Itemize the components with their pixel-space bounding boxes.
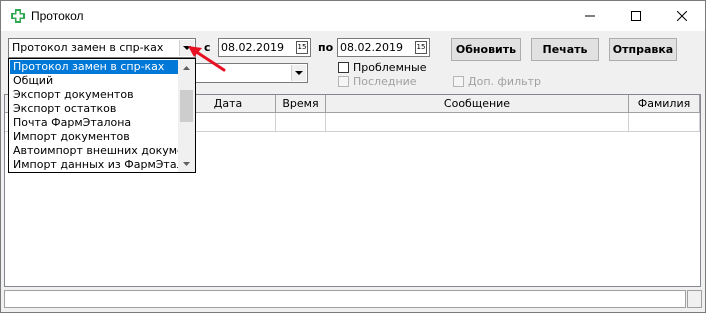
from-date-field[interactable]: 08.02.2019 15	[218, 38, 311, 57]
column-header-message[interactable]: Сообщение	[326, 95, 629, 113]
title-bar: Протокол	[1, 1, 705, 31]
to-date-value: 08.02.2019	[340, 41, 403, 54]
column-header-surname[interactable]: Фамилия	[629, 95, 700, 113]
scroll-down-icon[interactable]	[178, 155, 195, 172]
dropdown-item[interactable]: Почта ФармЭталона	[10, 116, 178, 130]
last-checkbox[interactable]: Последние	[338, 75, 417, 88]
dropdown-item[interactable]: Общий	[10, 74, 178, 88]
close-button[interactable]	[659, 1, 705, 31]
dropdown-scrollbar[interactable]	[178, 59, 195, 172]
maximize-button[interactable]	[613, 1, 659, 31]
checkbox-box[interactable]	[338, 76, 349, 87]
checkbox-box[interactable]	[453, 76, 464, 87]
problematic-label: Проблемные	[353, 61, 427, 74]
last-label: Последние	[353, 75, 417, 88]
to-date-field[interactable]: 08.02.2019 15	[337, 38, 430, 57]
minimize-icon	[585, 15, 595, 17]
red-arrow-annotation-icon	[188, 46, 226, 72]
send-button[interactable]: Отправка	[609, 38, 677, 61]
extra-filter-label: Доп. фильтр	[468, 75, 541, 88]
protocol-window: Протокол Протокол замен в спр-ках с 08.0…	[0, 0, 706, 313]
checkbox-box[interactable]	[338, 62, 349, 73]
from-date-value: 08.02.2019	[221, 41, 284, 54]
status-bar	[4, 290, 686, 308]
dropdown-item[interactable]: Импорт документов	[10, 130, 178, 144]
table-cell[interactable]	[629, 113, 700, 132]
to-date-label: по	[318, 41, 334, 54]
close-icon	[677, 11, 687, 21]
problematic-checkbox[interactable]: Проблемные	[338, 61, 427, 74]
dropdown-item[interactable]: Экспорт остатков	[10, 102, 178, 116]
window-title: Протокол	[31, 9, 84, 23]
dropdown-item-selected[interactable]: Протокол замен в спр-ках	[10, 60, 178, 74]
dropdown-item[interactable]: Автоимпорт внешних документов	[10, 144, 178, 158]
chevron-down-icon[interactable]	[291, 65, 306, 81]
minimize-button[interactable]	[567, 1, 613, 31]
calendar-icon[interactable]: 15	[296, 41, 308, 54]
table-cell[interactable]	[276, 113, 326, 132]
table-cell[interactable]	[326, 113, 629, 132]
status-bar-end	[687, 290, 702, 308]
log-type-value: Протокол замен в спр-ках	[12, 41, 164, 54]
maximize-icon	[631, 11, 641, 21]
log-type-combo[interactable]: Протокол замен в спр-ках	[8, 38, 196, 58]
green-cross-icon	[10, 8, 26, 24]
dropdown-item[interactable]: Импорт данных из ФармЭталона	[10, 158, 178, 172]
extra-filter-checkbox[interactable]: Доп. фильтр	[453, 75, 541, 88]
print-button[interactable]: Печать	[531, 38, 599, 61]
calendar-icon[interactable]: 15	[415, 41, 427, 54]
dropdown-item[interactable]: Экспорт документов	[10, 88, 178, 102]
log-type-dropdown-list[interactable]: Протокол замен в спр-ках Общий Экспорт д…	[8, 58, 196, 173]
refresh-button[interactable]: Обновить	[451, 38, 521, 61]
column-header-time[interactable]: Время	[276, 95, 326, 113]
scrollbar-thumb[interactable]	[180, 90, 193, 122]
